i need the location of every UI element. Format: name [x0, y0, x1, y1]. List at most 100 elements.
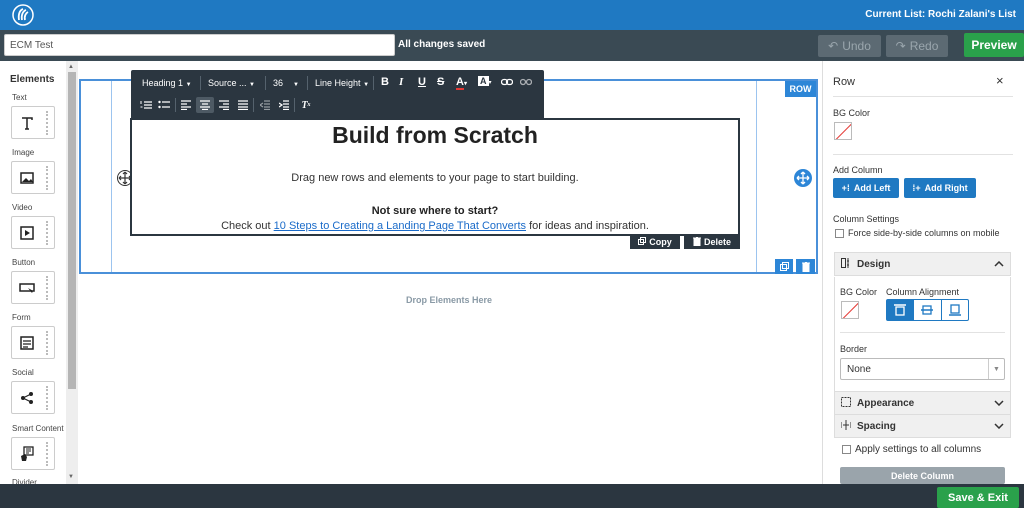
bold-icon[interactable]: B — [381, 76, 389, 88]
align-justify-icon[interactable] — [234, 97, 252, 113]
appearance-section-header[interactable]: Appearance — [834, 391, 1011, 415]
element-label-text: Text — [12, 93, 27, 102]
underline-icon[interactable]: U — [418, 76, 426, 88]
drag-handle[interactable] — [46, 385, 48, 410]
element-image-tile[interactable] — [11, 161, 55, 194]
outdent-icon[interactable] — [256, 97, 274, 113]
element-label-smart-content: Smart Content — [12, 424, 64, 433]
apply-all-checkbox[interactable] — [842, 445, 851, 454]
row-trash-icon[interactable] — [796, 259, 815, 274]
design-bg-color-swatch[interactable] — [841, 301, 859, 319]
bullet-list-icon[interactable] — [155, 97, 173, 113]
strikethrough-icon[interactable]: S — [437, 76, 444, 88]
font-size-select[interactable]: 36 ▼ — [273, 78, 299, 88]
delete-element-button[interactable]: Delete — [684, 235, 740, 249]
element-video-tile[interactable] — [11, 216, 55, 249]
redo-icon: ↷ — [895, 39, 906, 53]
add-left-label: Add Left — [853, 183, 891, 193]
current-list: Current List: Rochi Zalani's List — [865, 9, 1016, 20]
element-social-tile[interactable] — [11, 381, 55, 414]
add-left-button[interactable]: +⁞ Add Left — [833, 178, 899, 198]
divider — [833, 154, 1013, 155]
border-label: Border — [840, 344, 868, 354]
indent-icon[interactable] — [275, 97, 293, 113]
line-height-select[interactable]: Line Height ▼ — [315, 78, 369, 88]
element-smart-content-tile[interactable] — [11, 437, 55, 470]
save-status: All changes saved — [398, 39, 486, 50]
preview-button[interactable]: Preview — [964, 33, 1024, 57]
align-top-icon[interactable] — [887, 300, 915, 320]
inspiration-text[interactable]: Check out 10 Steps to Creating a Landing… — [130, 220, 740, 232]
caret-down-icon: ▼ — [185, 82, 192, 88]
line-height-value: Line Height — [315, 78, 361, 88]
ordered-list-icon[interactable] — [137, 97, 155, 113]
clear-format-icon[interactable]: Tx — [297, 97, 315, 113]
element-button-tile[interactable] — [11, 271, 55, 304]
save-exit-button[interactable]: Save & Exit — [937, 487, 1019, 508]
share-icon — [12, 391, 42, 405]
caret-down-icon: ▼ — [293, 82, 299, 88]
design-section-header[interactable]: Design — [834, 252, 1011, 276]
logo-icon — [12, 4, 34, 26]
unlink-icon[interactable] — [519, 77, 533, 89]
force-mobile-label: Force side-by-side columns on mobile — [848, 228, 1000, 238]
copy-element-button[interactable]: Copy — [630, 235, 680, 249]
drop-zone[interactable]: Drop Elements Here — [78, 295, 820, 305]
chevron-down-icon — [994, 421, 1004, 432]
row-copy-icon[interactable] — [775, 259, 793, 274]
drag-handle[interactable] — [46, 220, 48, 245]
spacing-section-header[interactable]: Spacing — [834, 414, 1011, 438]
add-right-label: Add Right — [924, 183, 968, 193]
close-icon[interactable]: × — [996, 73, 1004, 88]
delete-column-button[interactable]: Delete Column — [840, 467, 1005, 484]
align-bottom-icon[interactable] — [942, 300, 968, 320]
column-alignment-group — [886, 299, 969, 321]
align-center-icon[interactable] — [196, 97, 214, 113]
landing-page-link[interactable]: 10 Steps to Creating a Landing Page That… — [274, 220, 526, 232]
spacing-label: Spacing — [857, 420, 896, 432]
design-icon — [841, 257, 851, 271]
heading-select[interactable]: Heading 1 ▼ — [142, 78, 192, 88]
align-left-icon[interactable] — [177, 97, 195, 113]
intro-text[interactable]: Drag new rows and elements to your page … — [130, 172, 740, 184]
bottom-bar — [0, 484, 1024, 508]
align-middle-icon[interactable] — [914, 300, 942, 320]
document-name-input[interactable] — [4, 34, 395, 56]
drag-handle[interactable] — [46, 165, 48, 190]
drag-handle[interactable] — [46, 441, 48, 466]
add-column-label: Add Column — [833, 165, 883, 175]
drag-handle[interactable] — [46, 330, 48, 355]
drag-handle[interactable] — [46, 110, 48, 135]
question-text[interactable]: Not sure where to start? — [130, 205, 740, 217]
border-select[interactable]: None ▼ — [840, 358, 1005, 380]
force-mobile-checkbox[interactable] — [835, 229, 844, 238]
bg-color-label: BG Color — [833, 108, 871, 118]
column-alignment-label: Column Alignment — [886, 287, 960, 297]
button-icon — [12, 281, 42, 295]
element-form-tile[interactable] — [11, 326, 55, 359]
link-icon[interactable] — [500, 77, 514, 89]
align-right-icon[interactable] — [215, 97, 233, 113]
scroll-down-icon[interactable]: ▼ — [68, 474, 74, 480]
caret-down-icon: ▼ — [249, 82, 255, 88]
element-label-button: Button — [12, 258, 36, 267]
text-color-icon[interactable]: A▾ — [456, 76, 467, 90]
element-label-video: Video — [12, 203, 33, 212]
drag-handle[interactable] — [46, 275, 48, 300]
divider — [833, 96, 1013, 97]
row-move-icon[interactable] — [794, 169, 812, 187]
highlight-color-icon[interactable]: A ▾ — [478, 76, 492, 86]
add-right-button[interactable]: ⁞+ Add Right — [904, 178, 976, 198]
column-settings-label: Column Settings — [833, 214, 900, 224]
undo-button[interactable]: ↶ Undo — [818, 35, 881, 57]
element-label-social: Social — [12, 368, 34, 377]
bg-color-swatch[interactable] — [834, 122, 852, 140]
page-heading[interactable]: Build from Scratch — [130, 122, 740, 149]
italic-icon[interactable]: I — [399, 76, 403, 88]
font-select[interactable]: Source ... ▼ — [208, 78, 255, 88]
element-text-tile[interactable] — [11, 106, 55, 139]
scroll-up-icon[interactable]: ▲ — [68, 64, 74, 70]
redo-button[interactable]: ↷ Redo — [886, 35, 948, 57]
elements-scrollbar-thumb[interactable] — [68, 72, 76, 389]
appearance-icon — [841, 396, 851, 410]
